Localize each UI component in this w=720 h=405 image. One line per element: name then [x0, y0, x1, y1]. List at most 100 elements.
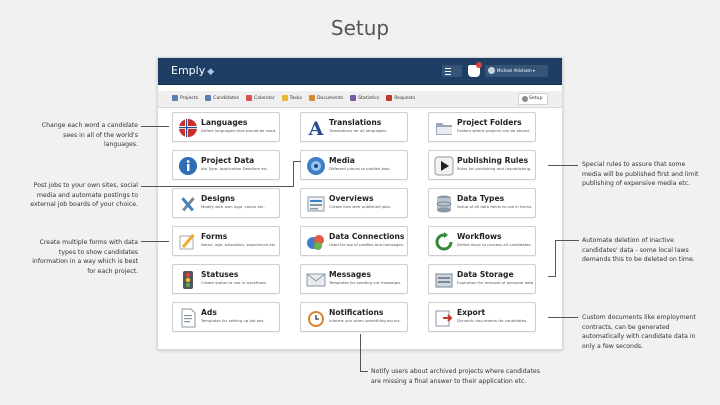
connector-publishing [548, 165, 578, 166]
setup-card-data-types[interactable]: Data Types Setup of all data fields to us… [428, 188, 536, 218]
tasks-icon [281, 95, 288, 101]
export-icon [434, 308, 454, 328]
card-description: Dynamic documents for candidates. [457, 318, 528, 323]
card-description: Expiration for removal of personal data. [457, 280, 535, 285]
setup-card-statuses[interactable]: Statuses Create status to use in workflow… [172, 264, 280, 294]
overview-icon [306, 194, 326, 214]
card-description: Informs you when something occurs. [329, 318, 401, 323]
setup-card-export[interactable]: Export Dynamic documents for candidates. [428, 302, 536, 332]
tab-documents[interactable]: Documents [308, 95, 344, 101]
tab-setup[interactable]: Setup [518, 93, 548, 105]
play-icon [434, 156, 454, 176]
connections-icon [306, 232, 326, 252]
card-description: Modify with own logo, colors etc. [201, 204, 265, 209]
card-description: Templates for setting up job ads. [201, 318, 265, 323]
setup-card-ads[interactable]: Ads Templates for setting up job ads. [172, 302, 280, 332]
folder-icon [434, 118, 454, 138]
tab-tasks[interactable]: Tasks [281, 95, 302, 101]
card-description: Name, age, education, experience etc. [201, 242, 277, 247]
setup-card-data-storage[interactable]: Data Storage Expiration for removal of pe… [428, 264, 536, 294]
projects-icon [172, 95, 178, 101]
pencil-icon [178, 232, 198, 252]
tab-label: Requests [394, 95, 416, 101]
card-title: Designs [201, 194, 235, 203]
documents-icon [308, 95, 315, 101]
setup-card-translations[interactable]: A Translations Translations for all langua… [300, 112, 408, 142]
calendar-icon [246, 95, 253, 101]
card-title: Media [329, 156, 355, 165]
card-title: Statuses [201, 270, 239, 279]
tab-label: Projects [180, 95, 199, 101]
requests-icon [386, 95, 393, 101]
setup-card-project-folders[interactable]: Project Folders Folders where projects ca… [428, 112, 536, 142]
alarm-clock-icon [306, 308, 326, 328]
tab-statistics[interactable]: Statistics [350, 95, 379, 101]
setup-card-project-data[interactable]: Project Data Job Type, Application Deadli… [172, 150, 280, 180]
tab-requests[interactable]: Requests [386, 95, 415, 101]
note-publishing-rules: Special rules to assure that some media … [582, 161, 699, 187]
setup-card-workflows[interactable]: Workflows Define ways to process all cand… [428, 226, 536, 256]
setup-card-data-connections[interactable]: Data Connections Used for top of profiles… [300, 226, 408, 256]
card-title: Publishing Rules [457, 156, 529, 165]
connector-data-storage-h [548, 276, 556, 277]
note-forms: Create multiple forms with data types to… [32, 239, 138, 275]
card-description: Used for top of profiles and messages. [329, 242, 405, 247]
tab-calendar[interactable]: Calendar [246, 95, 275, 101]
card-title: Translations [329, 118, 382, 127]
connector-data-storage-v [555, 240, 556, 276]
setup-card-languages[interactable]: Languages Define languages that should be… [172, 112, 280, 142]
card-title: Forms [201, 232, 228, 241]
card-title: Export [457, 308, 486, 317]
tab-label: Documents [316, 95, 344, 101]
card-title: Project Folders [457, 118, 522, 127]
setup-card-notifications[interactable]: Notifications Informs you when something … [300, 302, 408, 332]
storage-icon [434, 270, 454, 290]
tab-label: Candidates [213, 95, 240, 101]
tab-label: Calendar [254, 95, 275, 101]
logo-mark-icon: ◆ [207, 67, 215, 77]
connector-media-v [293, 161, 294, 187]
note-notifications: Notify users about archived projects whe… [371, 368, 540, 385]
envelope-icon [306, 270, 326, 290]
card-title: Data Connections [329, 232, 405, 241]
setup-card-publishing-rules[interactable]: Publishing Rules Rules for publishing and… [428, 150, 536, 180]
svg-text:A: A [308, 118, 324, 138]
tab-bar: Projects Candidates Calendar Tasks Documents… [158, 91, 562, 108]
user-menu-button[interactable]: Michael Ahlstrøm ▾ [485, 65, 548, 77]
setup-card-forms[interactable]: Forms Name, age, education, experience et… [172, 226, 280, 256]
card-title: Data Storage [457, 270, 514, 279]
connector-media-h [293, 161, 301, 162]
connector-data-storage [555, 240, 579, 241]
app-window: Emply ◆ Michael Ahlstrøm ▾ Projects Candid… [157, 57, 563, 350]
apps-menu-button[interactable] [442, 65, 462, 77]
tools-icon [178, 194, 198, 214]
tab-projects[interactable]: Projects [172, 95, 198, 101]
card-title: Data Types [457, 194, 505, 203]
tab-label: Statistics [358, 95, 380, 101]
card-description: Create status to use in workflows. [201, 280, 268, 285]
card-title: Project Data [201, 156, 255, 165]
card-description: Folders where projects can be stored. [457, 128, 531, 133]
tab-candidates[interactable]: Candidates [205, 95, 239, 101]
setup-card-media[interactable]: Media Different places to publish jobs. [300, 150, 408, 180]
setup-card-designs[interactable]: Designs Modify with own logo, colors etc. [172, 188, 280, 218]
connector-export [548, 317, 578, 318]
note-languages: Change each word a candidate sees in all… [41, 122, 138, 148]
card-description: Templates for sending out messages. [329, 280, 402, 285]
setup-card-messages[interactable]: Messages Templates for sending out messag… [300, 264, 408, 294]
card-description: Translations for all languages. [329, 128, 388, 133]
document-icon [178, 308, 198, 328]
info-icon [178, 156, 198, 176]
letter-a-icon: A [306, 118, 326, 138]
card-description: Create lists with published jobs. [329, 204, 391, 209]
setup-card-overviews[interactable]: Overviews Create lists with published job… [300, 188, 408, 218]
slide-title: Setup [330, 16, 390, 40]
traffic-light-icon [178, 270, 198, 290]
note-data-storage: Automate deletion of inactive candidates… [582, 237, 695, 263]
card-title: Languages [201, 118, 248, 127]
refresh-icon [434, 232, 454, 252]
emply-logo[interactable]: Emply ◆ [171, 64, 214, 77]
card-title: Overviews [329, 194, 374, 203]
connector-notifications-v [360, 334, 361, 372]
card-title: Ads [201, 308, 217, 317]
